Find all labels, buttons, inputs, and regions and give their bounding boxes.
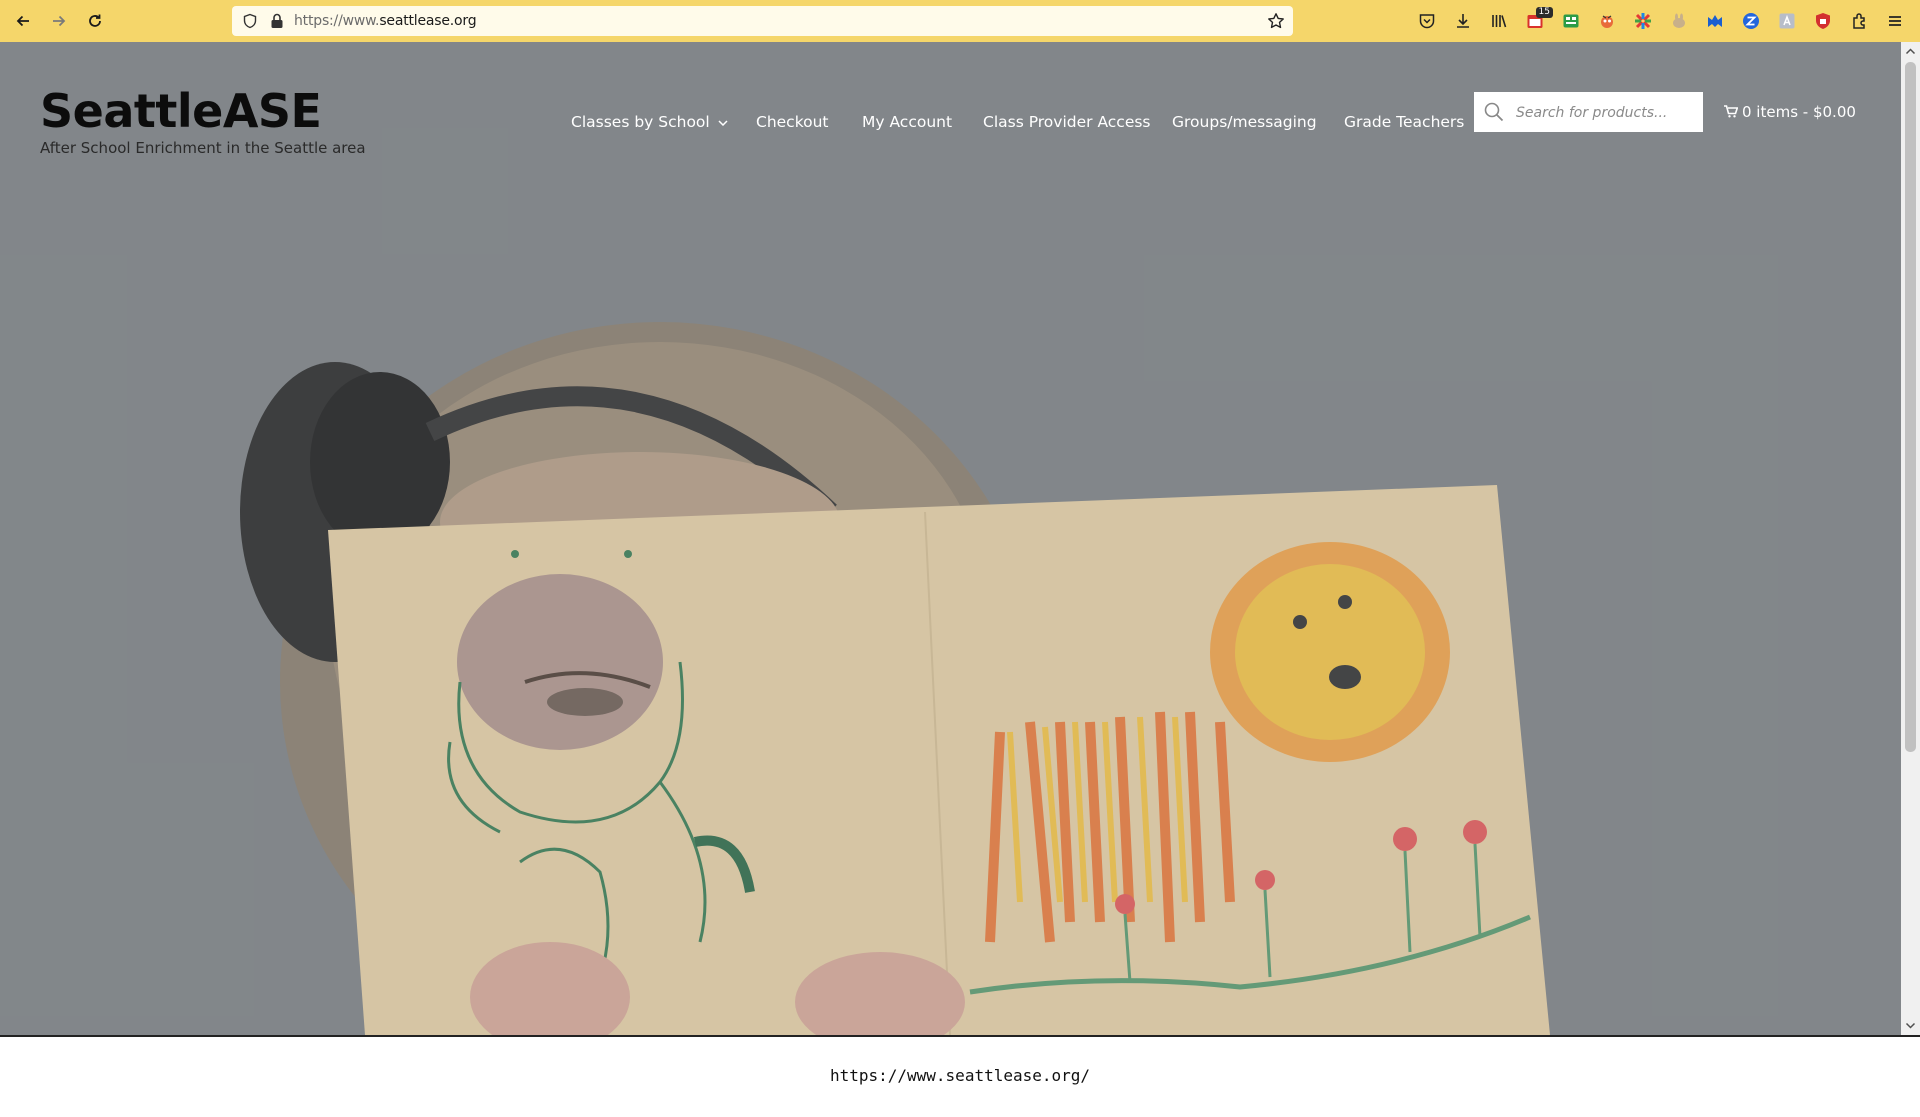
url-domain: seattlease.org (379, 13, 477, 29)
url-prefix: https://www. (294, 13, 380, 29)
status-url: https://www.seattlease.org/ (829, 1066, 1091, 1085)
forward-icon[interactable] (47, 9, 71, 33)
nav-classes-by-school[interactable]: Classes by School (571, 102, 728, 142)
hero-overlay (0, 42, 1901, 1035)
nav-checkout[interactable]: Checkout (756, 102, 829, 142)
nav-class-provider-access[interactable]: Class Provider Access (983, 102, 1151, 142)
puzzle-multicolor-icon[interactable] (1633, 11, 1653, 31)
site-title[interactable]: SeattleASE (40, 84, 322, 138)
site-tagline: After School Enrichment in the Seattle a… (40, 139, 366, 157)
cart-label: 0 items - $0.00 (1742, 103, 1856, 121)
product-search (1474, 92, 1703, 134)
nav-groups-messaging[interactable]: Groups/messaging (1172, 102, 1317, 142)
nav-grade-teachers[interactable]: Grade Teachers (1344, 102, 1464, 142)
url-bar[interactable]: https://www.seattlease.org (232, 6, 1293, 36)
url-text[interactable]: https://www.seattlease.org (294, 13, 477, 29)
translate-icon[interactable] (1777, 11, 1797, 31)
search-input[interactable] (1514, 92, 1698, 134)
rabbit-extension-icon[interactable] (1669, 11, 1689, 31)
scroll-thumb[interactable] (1905, 62, 1916, 752)
scroll-up-icon[interactable] (1905, 46, 1916, 57)
reload-icon[interactable] (83, 9, 107, 33)
calendar-extension-icon[interactable]: 15 (1525, 7, 1553, 31)
page-viewport: SeattleASE After School Enrichment in th… (0, 42, 1901, 1035)
cart-icon (1724, 105, 1739, 118)
back-icon[interactable] (11, 9, 35, 33)
lock-icon[interactable] (270, 13, 284, 29)
bookmark-star-icon[interactable] (1267, 12, 1285, 30)
chevron-down-icon (718, 119, 728, 126)
shield-icon[interactable] (242, 13, 258, 29)
library-icon[interactable] (1489, 11, 1509, 31)
download-icon[interactable] (1453, 11, 1473, 31)
search-icon (1484, 102, 1504, 122)
browser-toolbar: https://www.seattlease.org 15 (0, 0, 1920, 42)
nav-label: Classes by School (571, 113, 710, 131)
divider (0, 1035, 1920, 1037)
cart-link[interactable]: 0 items - $0.00 (1724, 92, 1856, 132)
scroll-down-icon[interactable] (1905, 1020, 1916, 1031)
nav-my-account[interactable]: My Account (862, 102, 952, 142)
notification-badge: 15 (1535, 7, 1553, 18)
malwarebytes-icon[interactable] (1705, 11, 1725, 31)
menu-icon[interactable] (1885, 11, 1905, 31)
tab-extension-icon[interactable] (1561, 11, 1581, 31)
ublock-icon[interactable] (1813, 11, 1833, 31)
vertical-scrollbar[interactable] (1901, 42, 1920, 1035)
extension-icon[interactable] (1597, 11, 1617, 31)
extensions-icon[interactable] (1849, 11, 1869, 31)
pocket-icon[interactable] (1417, 11, 1437, 31)
zotero-icon[interactable] (1741, 11, 1761, 31)
